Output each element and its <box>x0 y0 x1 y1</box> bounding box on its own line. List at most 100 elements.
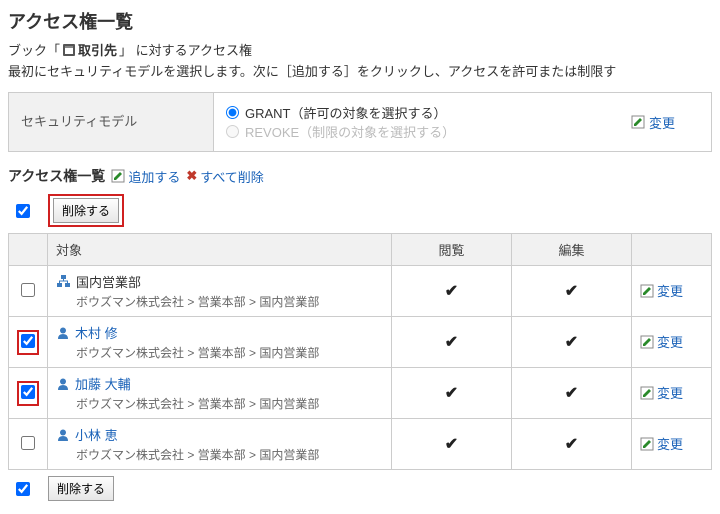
subhead-post: 」 に対するアクセス権 <box>119 40 252 59</box>
security-model-change-link[interactable]: 変更 <box>631 93 711 151</box>
target-breadcrumb: ボウズマン株式会社 > 営業本部 > 国内営業部 <box>56 293 383 310</box>
target-name-text: 加藤 大輔 <box>75 374 131 393</box>
col-change <box>632 234 712 266</box>
book-icon <box>62 43 76 57</box>
list-heading-row: アクセス権一覧 追加する ✖ すべて削除 <box>8 166 712 186</box>
user-icon <box>56 428 70 442</box>
col-edit: 編集 <box>512 234 632 266</box>
user-icon <box>56 326 70 340</box>
row-checkbox-highlight <box>17 330 39 355</box>
row-edit-cell: ✔ <box>512 317 632 368</box>
row-view-cell: ✔ <box>392 419 512 470</box>
target-name: 国内営業部 <box>56 272 383 291</box>
row-change-cell: 変更 <box>632 368 712 419</box>
row-checkbox[interactable] <box>21 436 35 450</box>
row-edit-cell: ✔ <box>512 266 632 317</box>
list-heading: アクセス権一覧 <box>8 166 105 186</box>
description: 最初にセキュリティモデルを選択します。次に［追加する］をクリックし、アクセスを許… <box>8 61 712 80</box>
bulk-top-checkbox[interactable] <box>16 204 30 218</box>
add-icon <box>111 169 125 183</box>
row-change-cell: 変更 <box>632 419 712 470</box>
table-row: 加藤 大輔ボウズマン株式会社 > 営業本部 > 国内営業部 ✔ ✔ 変更 <box>9 368 712 419</box>
row-checkbox-cell <box>9 368 48 419</box>
col-target: 対象 <box>48 234 392 266</box>
bulk-delete-highlight-bottom: 削除する <box>48 476 114 501</box>
target-link[interactable]: 小林 恵 <box>56 425 383 444</box>
check-icon: ✔ <box>445 436 458 453</box>
revoke-option[interactable]: REVOKE（制限の対象を選択する） <box>226 122 619 141</box>
target-name-text: 木村 修 <box>75 323 118 342</box>
table-row: 小林 恵ボウズマン株式会社 > 営業本部 > 国内営業部 ✔ ✔ 変更 <box>9 419 712 470</box>
row-edit-cell: ✔ <box>512 368 632 419</box>
target-name-text: 小林 恵 <box>75 425 118 444</box>
row-edit-cell: ✔ <box>512 419 632 470</box>
table-row: 国内営業部ボウズマン株式会社 > 営業本部 > 国内営業部 ✔ ✔ 変更 <box>9 266 712 317</box>
permissions-table: 対象 閲覧 編集 国内営業部ボウズマン株式会社 > 営業本部 > 国内営業部 ✔ ✔… <box>8 233 712 470</box>
bulk-top-row: 削除する <box>8 194 712 227</box>
bulk-delete-bottom-button[interactable]: 削除する <box>48 476 114 501</box>
row-target-cell: 加藤 大輔ボウズマン株式会社 > 営業本部 > 国内営業部 <box>48 368 392 419</box>
add-link[interactable]: 追加する <box>111 167 180 186</box>
row-change-link[interactable]: 変更 <box>640 281 683 300</box>
subhead-pre: ブック「 <box>8 40 60 59</box>
page-title: アクセス権一覧 <box>8 8 712 34</box>
col-checkbox <box>9 234 48 266</box>
change-label: 変更 <box>657 434 683 453</box>
bulk-bottom-row: 削除する <box>8 476 712 501</box>
row-change-link[interactable]: 変更 <box>640 434 683 453</box>
row-change-cell: 変更 <box>632 317 712 368</box>
row-target-cell: 小林 恵ボウズマン株式会社 > 営業本部 > 国内営業部 <box>48 419 392 470</box>
row-checkbox-highlight <box>17 381 39 406</box>
bulk-delete-highlight-top: 削除する <box>48 194 124 227</box>
check-icon: ✔ <box>565 283 578 300</box>
row-checkbox-cell <box>9 266 48 317</box>
book-name: 取引先 <box>78 40 117 59</box>
org-icon <box>56 274 71 289</box>
col-view: 閲覧 <box>392 234 512 266</box>
delete-all-label: すべて削除 <box>200 167 264 186</box>
row-change-link[interactable]: 変更 <box>640 332 683 351</box>
row-view-cell: ✔ <box>392 368 512 419</box>
bulk-delete-top-button[interactable]: 削除する <box>53 198 119 223</box>
row-change-link[interactable]: 変更 <box>640 383 683 402</box>
target-name-text: 国内営業部 <box>76 272 141 291</box>
target-breadcrumb: ボウズマン株式会社 > 営業本部 > 国内営業部 <box>56 395 383 412</box>
table-row: 木村 修ボウズマン株式会社 > 営業本部 > 国内営業部 ✔ ✔ 変更 <box>9 317 712 368</box>
edit-icon <box>640 335 654 349</box>
row-change-cell: 変更 <box>632 266 712 317</box>
revoke-radio[interactable] <box>226 125 239 138</box>
row-view-cell: ✔ <box>392 266 512 317</box>
check-icon: ✔ <box>445 334 458 351</box>
edit-icon <box>640 284 654 298</box>
change-label: 変更 <box>657 332 683 351</box>
check-icon: ✔ <box>565 385 578 402</box>
row-checkbox[interactable] <box>21 334 35 348</box>
row-checkbox[interactable] <box>21 385 35 399</box>
target-link[interactable]: 加藤 大輔 <box>56 374 383 393</box>
delete-all-link[interactable]: ✖ すべて削除 <box>186 167 263 186</box>
row-checkbox[interactable] <box>21 283 35 297</box>
row-target-cell: 木村 修ボウズマン株式会社 > 営業本部 > 国内営業部 <box>48 317 392 368</box>
delete-all-icon: ✖ <box>186 168 197 184</box>
row-checkbox-cell <box>9 419 48 470</box>
grant-radio[interactable] <box>226 106 239 119</box>
grant-option[interactable]: GRANT（許可の対象を選択する） <box>226 103 619 122</box>
row-view-cell: ✔ <box>392 317 512 368</box>
edit-icon <box>640 437 654 451</box>
subhead-book: ブック「 取引先 」 に対するアクセス権 <box>8 40 712 59</box>
change-label: 変更 <box>649 113 675 132</box>
change-label: 変更 <box>657 383 683 402</box>
check-icon: ✔ <box>445 385 458 402</box>
revoke-label: REVOKE（制限の対象を選択する） <box>245 122 455 141</box>
check-icon: ✔ <box>565 436 578 453</box>
grant-label: GRANT（許可の対象を選択する） <box>245 103 447 122</box>
row-checkbox-cell <box>9 317 48 368</box>
security-model-panel: セキュリティモデル GRANT（許可の対象を選択する） REVOKE（制限の対象… <box>8 92 712 152</box>
change-label: 変更 <box>657 281 683 300</box>
bulk-bottom-checkbox[interactable] <box>16 482 30 496</box>
target-link[interactable]: 木村 修 <box>56 323 383 342</box>
check-icon: ✔ <box>565 334 578 351</box>
target-breadcrumb: ボウズマン株式会社 > 営業本部 > 国内営業部 <box>56 446 383 463</box>
edit-icon <box>631 115 645 129</box>
edit-icon <box>640 386 654 400</box>
